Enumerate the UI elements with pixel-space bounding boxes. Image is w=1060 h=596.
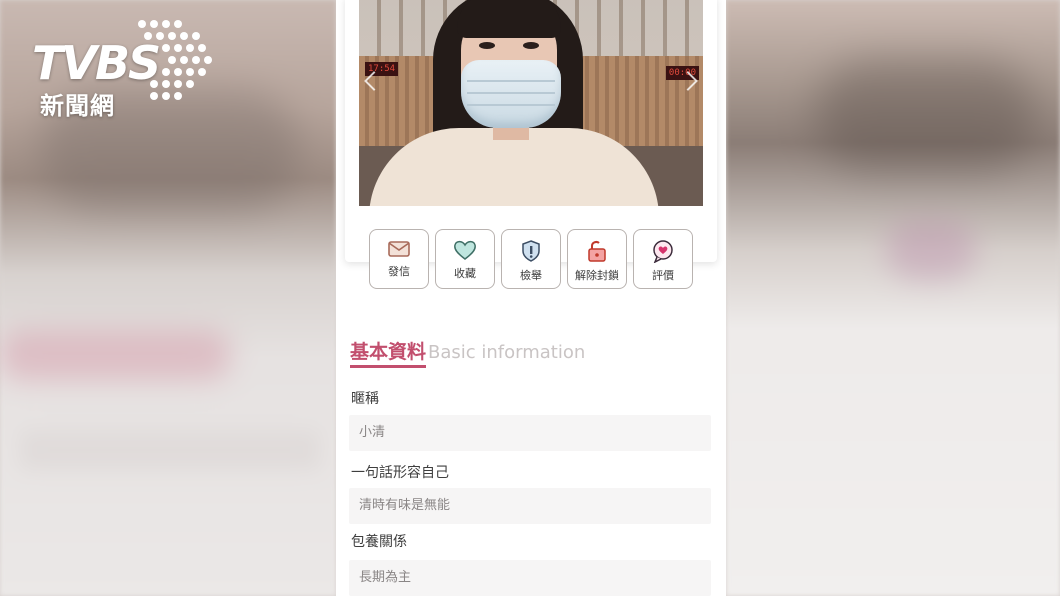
profile-photo-card: 17:54 00:00 bbox=[345, 0, 717, 262]
shield-icon bbox=[522, 240, 540, 262]
favorite-label: 收藏 bbox=[454, 267, 476, 280]
envelope-icon bbox=[388, 241, 410, 257]
basic-info-title-en: Basic information bbox=[428, 342, 586, 363]
relationship-type-field: 長期為主 bbox=[349, 560, 711, 596]
favorite-button[interactable]: 收藏 bbox=[435, 229, 495, 289]
rate-button[interactable]: 評價 bbox=[633, 229, 693, 289]
tvbs-logo: TVBS 新聞網 bbox=[28, 18, 218, 120]
nickname-field: 小清 bbox=[349, 415, 711, 451]
heart-bubble-icon bbox=[653, 240, 673, 263]
basic-info-heading: 基本資料 Basic information bbox=[350, 337, 586, 368]
unblock-label: 解除封鎖 bbox=[575, 269, 619, 282]
send-message-button[interactable]: 發信 bbox=[369, 229, 429, 289]
report-label: 檢舉 bbox=[520, 269, 542, 282]
unlock-icon bbox=[588, 241, 606, 262]
app-screen: 17:54 00:00 發信 收藏 檢舉 解除封鎖 評價 基本資料 Basic … bbox=[336, 0, 726, 596]
logo-wordmark: TVBS bbox=[32, 36, 161, 90]
self-description-field: 清時有味是無能 bbox=[349, 488, 711, 524]
nickname-label: 暱稱 bbox=[351, 391, 379, 407]
face-mask bbox=[461, 60, 561, 128]
logo-subtitle: 新聞網 bbox=[40, 92, 115, 120]
self-description-label: 一句話形容自己 bbox=[351, 465, 449, 481]
basic-info-title-zh: 基本資料 bbox=[350, 341, 427, 368]
relationship-type-label: 包養關係 bbox=[351, 534, 407, 550]
report-button[interactable]: 檢舉 bbox=[501, 229, 561, 289]
profile-action-bar: 發信 收藏 檢舉 解除封鎖 評價 bbox=[369, 229, 693, 289]
profile-photo[interactable]: 17:54 00:00 bbox=[359, 0, 703, 206]
unblock-button[interactable]: 解除封鎖 bbox=[567, 229, 627, 289]
rate-label: 評價 bbox=[652, 269, 674, 282]
send-message-label: 發信 bbox=[388, 265, 410, 278]
heart-icon bbox=[454, 240, 476, 260]
blurred-background-right bbox=[726, 0, 1060, 596]
